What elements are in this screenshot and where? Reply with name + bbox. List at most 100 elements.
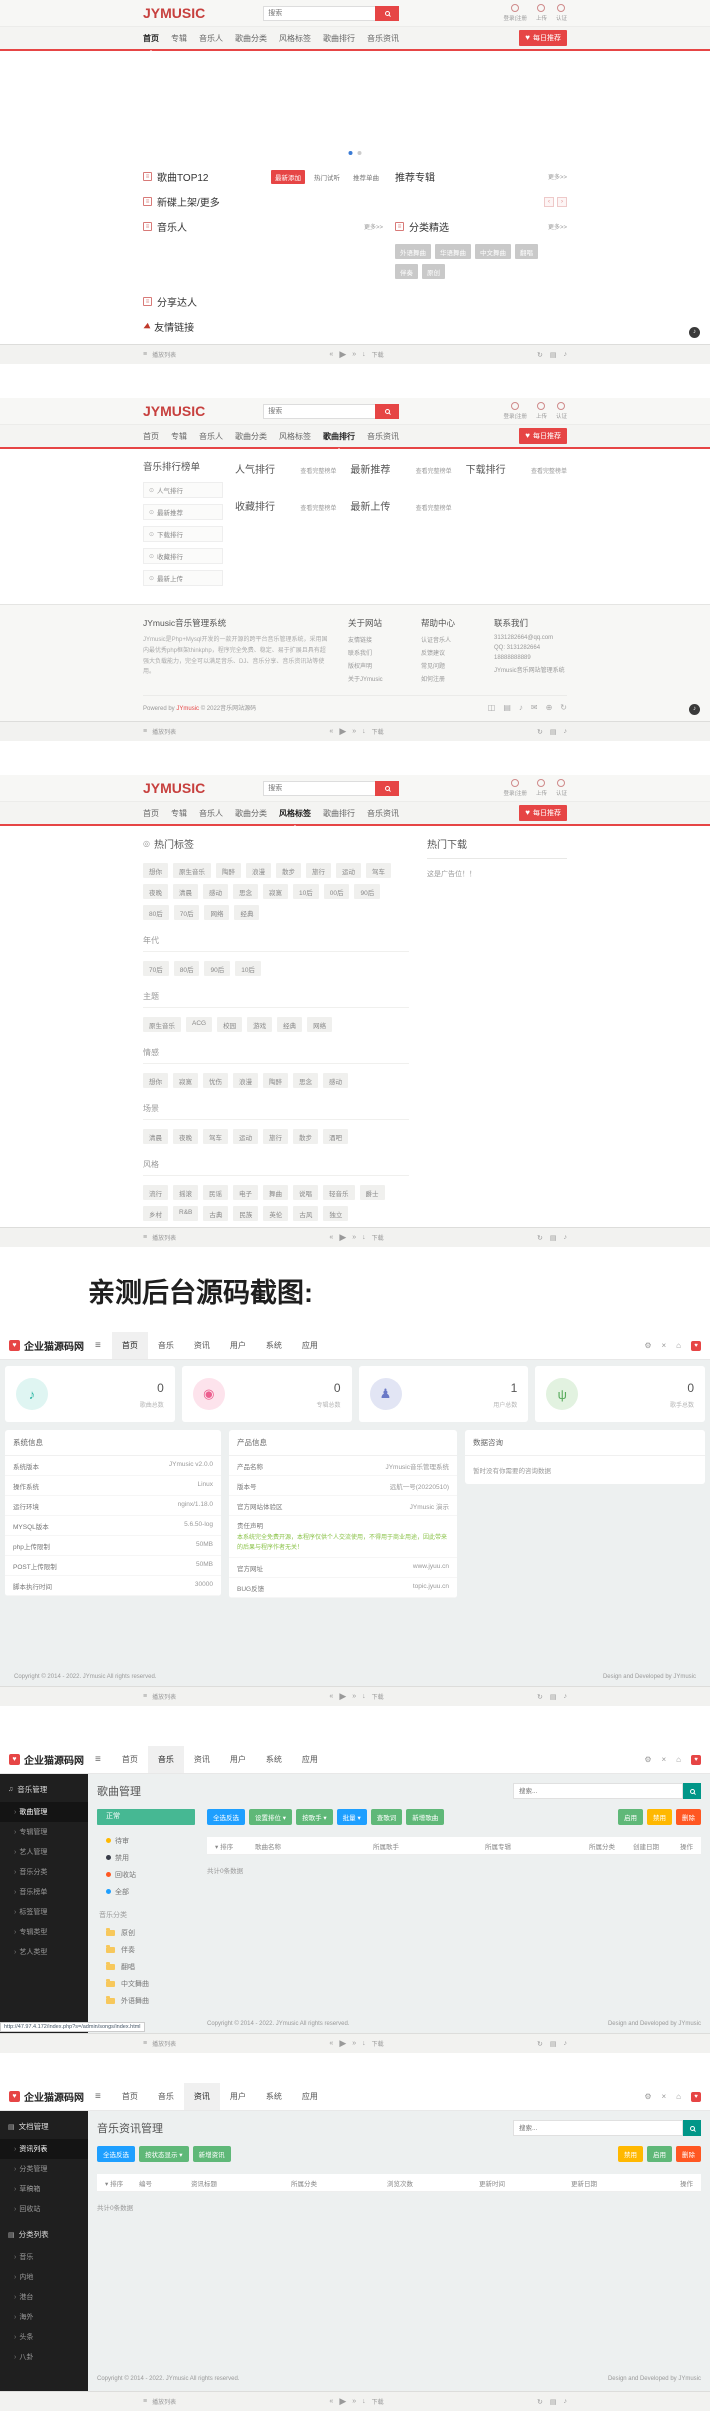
- nav-item[interactable]: 风格标签: [279, 431, 311, 442]
- nav-item[interactable]: 歌曲分类: [235, 33, 267, 44]
- volume-icon[interactable]: ♪: [563, 1693, 567, 1701]
- list-icon[interactable]: ▤: [550, 2398, 557, 2406]
- admin-menu-item[interactable]: 应用: [292, 2083, 328, 2110]
- action-button[interactable]: 删除: [676, 1809, 701, 1825]
- admin-menu-item[interactable]: 音乐: [148, 2083, 184, 2110]
- status-filter-item[interactable]: 禁用: [97, 1849, 195, 1866]
- repeat-icon[interactable]: ↻: [537, 1693, 543, 1701]
- hot-tag[interactable]: 网络: [204, 905, 229, 920]
- tag[interactable]: 夜晚: [173, 1129, 198, 1144]
- nav-item[interactable]: 音乐人: [199, 808, 223, 819]
- category-tag[interactable]: 伴奏: [395, 264, 418, 279]
- list-icon[interactable]: ▤: [550, 351, 557, 359]
- tag[interactable]: 酒吧: [323, 1129, 348, 1144]
- hot-tag[interactable]: 感动: [203, 884, 228, 899]
- play-icon[interactable]: ▶: [339, 349, 346, 360]
- tag[interactable]: 陶醉: [263, 1073, 288, 1088]
- hot-tag[interactable]: 陶醉: [216, 863, 241, 878]
- account-link[interactable]: 上传: [536, 779, 547, 797]
- action-button[interactable]: 删除: [676, 2146, 701, 2162]
- playlist-icon[interactable]: ≡: [143, 2398, 147, 2405]
- download-icon[interactable]: ↓: [362, 2040, 366, 2047]
- next-icon[interactable]: »: [352, 728, 356, 735]
- view-full-rank-link[interactable]: 查看完整榜单: [416, 466, 452, 475]
- nav-item[interactable]: 首页: [143, 33, 159, 44]
- tag[interactable]: 电子: [233, 1185, 258, 1200]
- tag[interactable]: 流行: [143, 1185, 168, 1200]
- play-icon[interactable]: ▶: [339, 2396, 346, 2407]
- toolbar-button[interactable]: 查歌词: [371, 1809, 403, 1825]
- nav-item[interactable]: 歌曲排行: [323, 33, 355, 44]
- rank-sidebar-item[interactable]: 最新推荐: [143, 504, 223, 520]
- playlist-icon[interactable]: ≡: [143, 2040, 147, 2047]
- admin-menu-item[interactable]: 资讯: [184, 1746, 220, 1773]
- account-link[interactable]: 认证: [556, 402, 567, 420]
- action-button[interactable]: 启用: [647, 2146, 672, 2162]
- site-logo[interactable]: JYMUSIC: [143, 780, 205, 796]
- home-icon[interactable]: ⌂: [676, 2092, 681, 2101]
- tag[interactable]: 忧伤: [203, 1073, 228, 1088]
- play-icon[interactable]: ▶: [339, 726, 346, 737]
- playlist-icon[interactable]: ≡: [143, 728, 147, 735]
- account-link[interactable]: 登录|注册: [504, 4, 527, 22]
- menu-toggle-icon[interactable]: ≡: [95, 1754, 101, 1765]
- play-icon[interactable]: ▶: [339, 1691, 346, 1702]
- toolbar-button[interactable]: 新增歌曲: [406, 1809, 444, 1825]
- sidebar-item[interactable]: 头条: [0, 2327, 88, 2347]
- nav-item[interactable]: 专辑: [171, 33, 187, 44]
- admin-menu-item[interactable]: 应用: [292, 1332, 328, 1359]
- tag[interactable]: 90后: [204, 961, 230, 976]
- hot-tag[interactable]: 80后: [143, 905, 169, 920]
- nav-item[interactable]: 专辑: [171, 808, 187, 819]
- social-icon[interactable]: ▤: [503, 703, 511, 712]
- admin-menu-item[interactable]: 应用: [292, 1746, 328, 1773]
- player-toggle-button[interactable]: ♪: [689, 704, 700, 715]
- footer-link[interactable]: 联系我们: [348, 648, 421, 657]
- tag[interactable]: 散步: [293, 1129, 318, 1144]
- next-page-button[interactable]: ›: [557, 197, 567, 207]
- admin-menu-item[interactable]: 资讯: [184, 1332, 220, 1359]
- admin-menu-item[interactable]: 系统: [256, 1332, 292, 1359]
- tag[interactable]: 寂寞: [173, 1073, 198, 1088]
- admin-search-input[interactable]: [513, 1783, 683, 1799]
- footer-contact-line[interactable]: JYmusic音乐网站管理系统: [494, 665, 567, 674]
- tag[interactable]: 英伦: [263, 1206, 288, 1221]
- nav-item[interactable]: 音乐人: [199, 431, 223, 442]
- sidebar-item[interactable]: 艺人类型: [0, 1942, 88, 1962]
- account-link[interactable]: 登录|注册: [504, 402, 527, 420]
- nav-item[interactable]: 歌曲排行: [323, 431, 355, 442]
- action-button[interactable]: 禁用: [618, 2146, 643, 2162]
- tag[interactable]: 民族: [233, 1206, 258, 1221]
- sidebar-item[interactable]: 资讯列表: [0, 2139, 88, 2159]
- toolbar-button[interactable]: 全选反选: [207, 1809, 245, 1825]
- repeat-icon[interactable]: ↻: [537, 2040, 543, 2048]
- rank-sidebar-item[interactable]: 人气排行: [143, 482, 223, 498]
- download-icon[interactable]: ↓: [362, 2398, 366, 2405]
- sidebar-item[interactable]: 八卦: [0, 2347, 88, 2367]
- repeat-icon[interactable]: ↻: [537, 351, 543, 359]
- tag[interactable]: 10后: [235, 961, 261, 976]
- tag[interactable]: 校园: [217, 1017, 242, 1032]
- tag[interactable]: 古风: [293, 1206, 318, 1221]
- carousel-dot[interactable]: [349, 151, 353, 155]
- account-link[interactable]: 上传: [536, 402, 547, 420]
- rank-sidebar-item[interactable]: 下载排行: [143, 526, 223, 542]
- carousel-dot[interactable]: [358, 151, 362, 155]
- settings-icon[interactable]: ⚙: [644, 1341, 651, 1350]
- nav-item[interactable]: 风格标签: [279, 33, 311, 44]
- tag[interactable]: 浪漫: [233, 1073, 258, 1088]
- top12-tab[interactable]: 最新添加: [271, 170, 305, 184]
- admin-menu-item[interactable]: 系统: [256, 1746, 292, 1773]
- social-icon[interactable]: ♪: [519, 703, 523, 712]
- settings-icon[interactable]: ⚙: [644, 1755, 651, 1764]
- admin-search-button[interactable]: [683, 2120, 701, 2136]
- status-filter-item[interactable]: 全部: [97, 1883, 195, 1900]
- admin-menu-item[interactable]: 用户: [220, 1746, 256, 1773]
- admin-menu-item[interactable]: 系统: [256, 2083, 292, 2110]
- admin-logo[interactable]: ♥ 企业猫源码网: [9, 2089, 84, 2104]
- sidebar-item[interactable]: 艺人管理: [0, 1842, 88, 1862]
- nav-item[interactable]: 首页: [143, 808, 159, 819]
- category-item[interactable]: 翻唱: [97, 1958, 195, 1975]
- tag[interactable]: 经典: [277, 1017, 302, 1032]
- nav-item[interactable]: 风格标签: [279, 808, 311, 819]
